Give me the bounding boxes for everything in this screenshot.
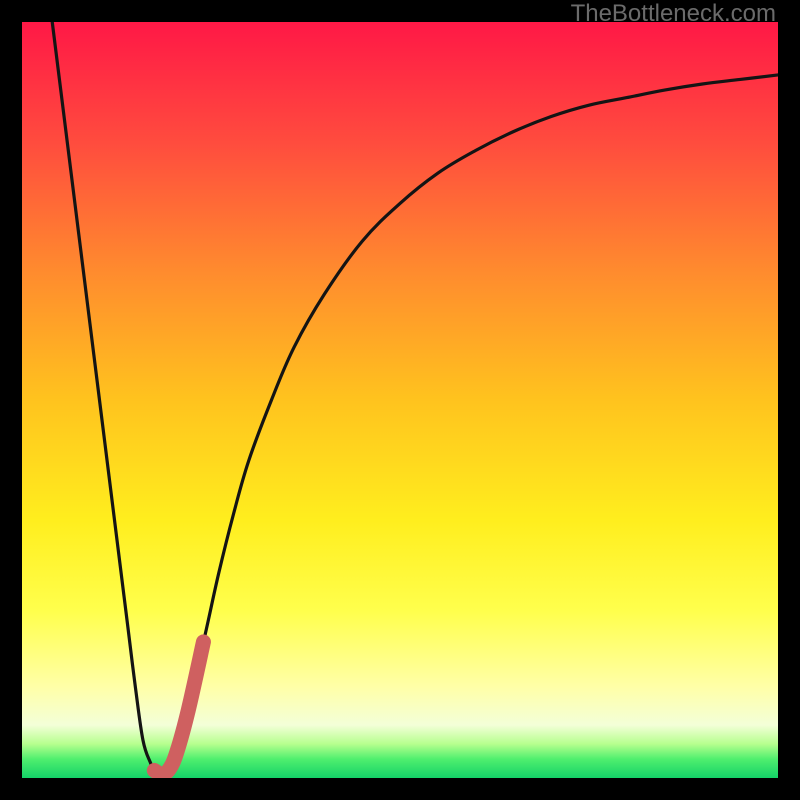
chart-frame	[22, 22, 778, 778]
watermark-text: TheBottleneck.com	[571, 0, 776, 28]
bottleneck-plot	[22, 22, 778, 778]
gradient-background	[22, 22, 778, 778]
